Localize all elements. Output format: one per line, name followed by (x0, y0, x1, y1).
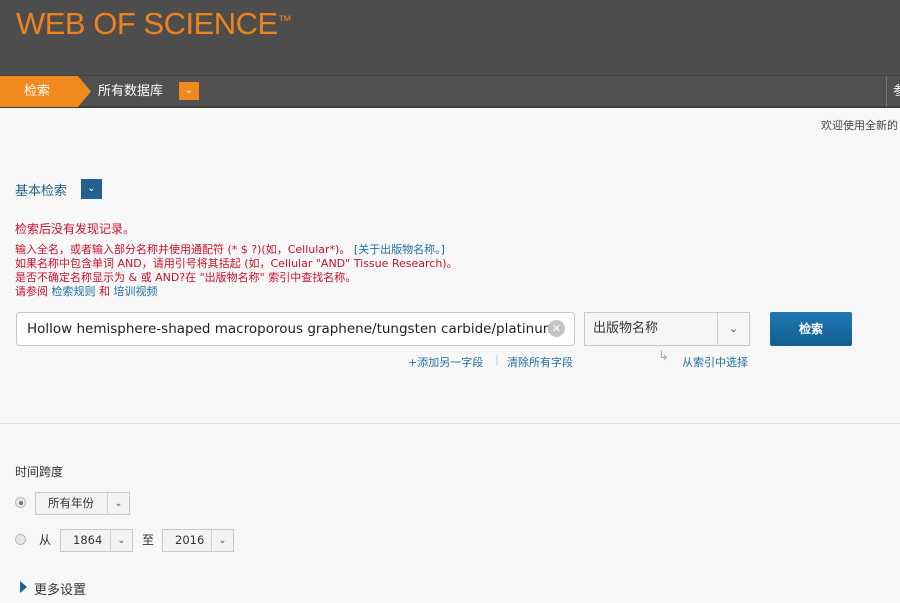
and-text: 和 (99, 285, 110, 298)
trademark: ™ (277, 12, 292, 28)
all-years-select[interactable]: 所有年份 ⌄ (35, 492, 130, 515)
more-settings-toggle[interactable]: 更多设置 (34, 579, 86, 598)
clear-icon[interactable]: ✕ (548, 320, 565, 337)
clear-all-fields-link[interactable]: 清除所有字段 (507, 354, 573, 370)
logo-text: WEB OF SCIENCE (16, 6, 278, 41)
nav-bar: 检索 所有数据库 ⌄ 参 (0, 75, 900, 108)
chevron-down-icon: ⌄ (717, 313, 749, 345)
field-select-value: 出版物名称 (593, 321, 659, 336)
field-select[interactable]: 出版物名称 ⌄ (584, 312, 750, 346)
welcome-text[interactable]: 欢迎使用全新的 (821, 117, 898, 133)
no-records-message: 检索后没有发现记录。 (15, 222, 136, 236)
see-text: 请参阅 (15, 285, 48, 298)
database-selector-label[interactable]: 所有数据库 (98, 76, 163, 107)
divider (0, 423, 900, 424)
arrow-return-icon: ↳ (658, 349, 669, 364)
from-year-value: 1864 (73, 533, 103, 547)
chevron-down-icon: ⌄ (211, 530, 233, 551)
radio-all-years[interactable] (15, 497, 26, 508)
expand-triangle-icon[interactable] (20, 581, 27, 593)
timespan-label: 时间跨度 (15, 465, 64, 479)
to-label: 至 (142, 533, 155, 547)
from-label: 从 (39, 533, 52, 547)
radio-year-range[interactable] (15, 534, 26, 545)
tab-search[interactable]: 检索 (0, 76, 91, 107)
chevron-down-icon: ⌄ (110, 530, 132, 551)
all-years-value: 所有年份 (48, 496, 94, 510)
from-year-select[interactable]: 1864 ⌄ (60, 529, 133, 552)
logo[interactable]: WEB OF SCIENCE™ (16, 6, 292, 42)
search-button[interactable]: 检索 (770, 312, 852, 346)
nav-item-cut[interactable]: 参 (893, 76, 900, 107)
to-year-select[interactable]: 2016 ⌄ (162, 529, 234, 552)
add-field-link[interactable]: +添加另一字段 (408, 354, 483, 370)
chevron-down-icon: ⌄ (107, 493, 129, 514)
chevron-down-icon[interactable]: ⌄ (179, 82, 199, 100)
to-year-value: 2016 (175, 533, 205, 547)
chevron-down-icon[interactable]: ⌄ (81, 179, 102, 199)
basic-search-label[interactable]: 基本检索 (15, 180, 67, 199)
header: WEB OF SCIENCE™ (0, 0, 900, 75)
search-rules-link[interactable]: 检索规则 (52, 285, 96, 298)
search-input[interactable]: Hollow hemisphere-shaped macroporous gra… (16, 312, 575, 346)
nav-divider (886, 76, 887, 107)
select-from-index-link[interactable]: 从索引中选择 (682, 354, 748, 370)
training-video-link[interactable]: 培训视频 (114, 285, 158, 298)
divider: | (495, 353, 499, 366)
